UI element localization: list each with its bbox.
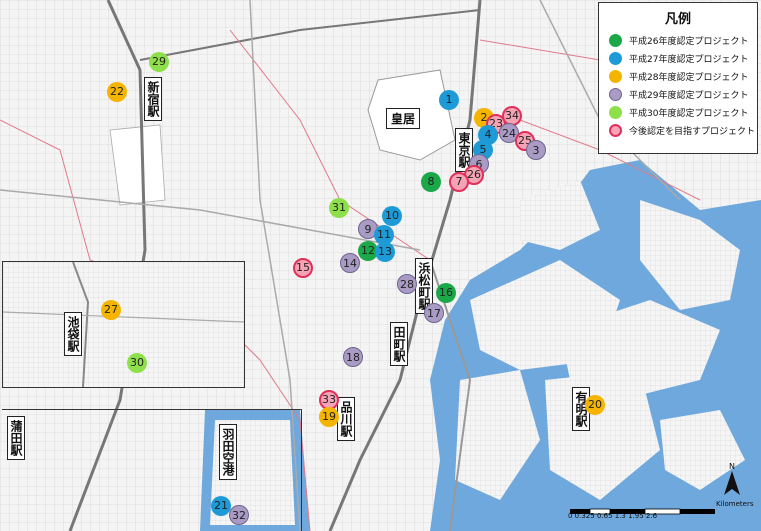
legend-item: 今後認定を目指すプロジェクト <box>609 121 757 139</box>
project-marker[interactable]: 28 <box>397 274 417 294</box>
legend-item: 平成28年度認定プロジェクト <box>609 67 757 85</box>
project-marker[interactable]: 27 <box>101 300 121 320</box>
ikebukuro-inset-map <box>3 262 244 387</box>
legend-label: 平成27年度認定プロジェクト <box>629 54 749 65</box>
legend-item: 平成27年度認定プロジェクト <box>609 49 757 67</box>
ikebukuro-inset <box>2 261 245 388</box>
project-marker[interactable]: 20 <box>585 395 605 415</box>
project-marker[interactable]: 13 <box>375 242 395 262</box>
project-marker[interactable]: 29 <box>149 52 169 72</box>
legend-dot-icon <box>609 33 622 47</box>
legend-dot-icon <box>609 123 622 137</box>
legend-item: 平成29年度認定プロジェクト <box>609 85 757 103</box>
project-map: 皇居 東京駅 新宿駅 浜松町駅 田町駅 品川駅 有明駅 池袋駅 蒲田駅 羽田空港… <box>0 0 761 531</box>
project-marker[interactable]: 15 <box>293 258 313 278</box>
project-marker[interactable]: 18 <box>343 347 363 367</box>
legend-dot-icon <box>609 51 622 65</box>
north-label: N <box>729 462 735 471</box>
shinjuku-station-label: 新宿駅 <box>144 77 162 121</box>
north-arrow: N <box>722 462 742 499</box>
legend-label: 今後認定を目指すプロジェクト <box>629 126 756 137</box>
project-marker[interactable]: 7 <box>449 172 469 192</box>
legend-label: 平成26年度認定プロジェクト <box>629 36 749 47</box>
legend-label: 平成30年度認定プロジェクト <box>629 108 749 119</box>
project-marker[interactable]: 1 <box>439 90 459 110</box>
project-marker[interactable]: 19 <box>319 407 339 427</box>
legend-dot-icon <box>609 87 622 101</box>
imperial-palace-label: 皇居 <box>386 108 421 129</box>
project-marker[interactable]: 31 <box>329 198 349 218</box>
ikebukuro-station-label: 池袋駅 <box>64 312 82 356</box>
tamachi-station-label: 田町駅 <box>390 322 408 366</box>
scale-labels: 0 0.325 0.65 1.3 1.95 2.6 <box>568 512 658 520</box>
legend-dot-icon <box>609 105 622 119</box>
kamata-haneda-inset <box>2 409 302 531</box>
legend-title: 凡例 <box>664 12 691 27</box>
project-marker[interactable]: 30 <box>127 353 147 373</box>
project-marker[interactable]: 16 <box>436 283 456 303</box>
shinagawa-station-label: 品川駅 <box>337 397 355 441</box>
legend-item: 平成30年度認定プロジェクト <box>609 103 757 121</box>
legend-label: 平成28年度認定プロジェクト <box>629 72 749 83</box>
project-marker[interactable]: 10 <box>382 206 402 226</box>
legend-dot-icon <box>609 69 622 83</box>
project-marker[interactable]: 3 <box>526 140 546 160</box>
scale-bar: 0 0.325 0.65 1.3 1.95 2.6 Kilometers <box>568 500 753 521</box>
north-arrow-icon <box>724 471 740 495</box>
project-marker[interactable]: 32 <box>229 505 249 525</box>
project-marker[interactable]: 17 <box>424 303 444 323</box>
kamata-station-label: 蒲田駅 <box>7 416 25 460</box>
project-marker[interactable]: 8 <box>421 172 441 192</box>
project-marker[interactable]: 14 <box>340 253 360 273</box>
project-marker[interactable]: 21 <box>211 496 231 516</box>
legend-label: 平成29年度認定プロジェクト <box>629 90 749 101</box>
project-marker[interactable]: 22 <box>107 82 127 102</box>
map-legend: 凡例 平成26年度認定プロジェクト 平成27年度認定プロジェクト 平成28年度認… <box>598 2 758 154</box>
scale-unit: Kilometers <box>716 500 754 508</box>
haneda-airport-label: 羽田空港 <box>219 424 237 480</box>
legend-item: 平成26年度認定プロジェクト <box>609 31 757 49</box>
